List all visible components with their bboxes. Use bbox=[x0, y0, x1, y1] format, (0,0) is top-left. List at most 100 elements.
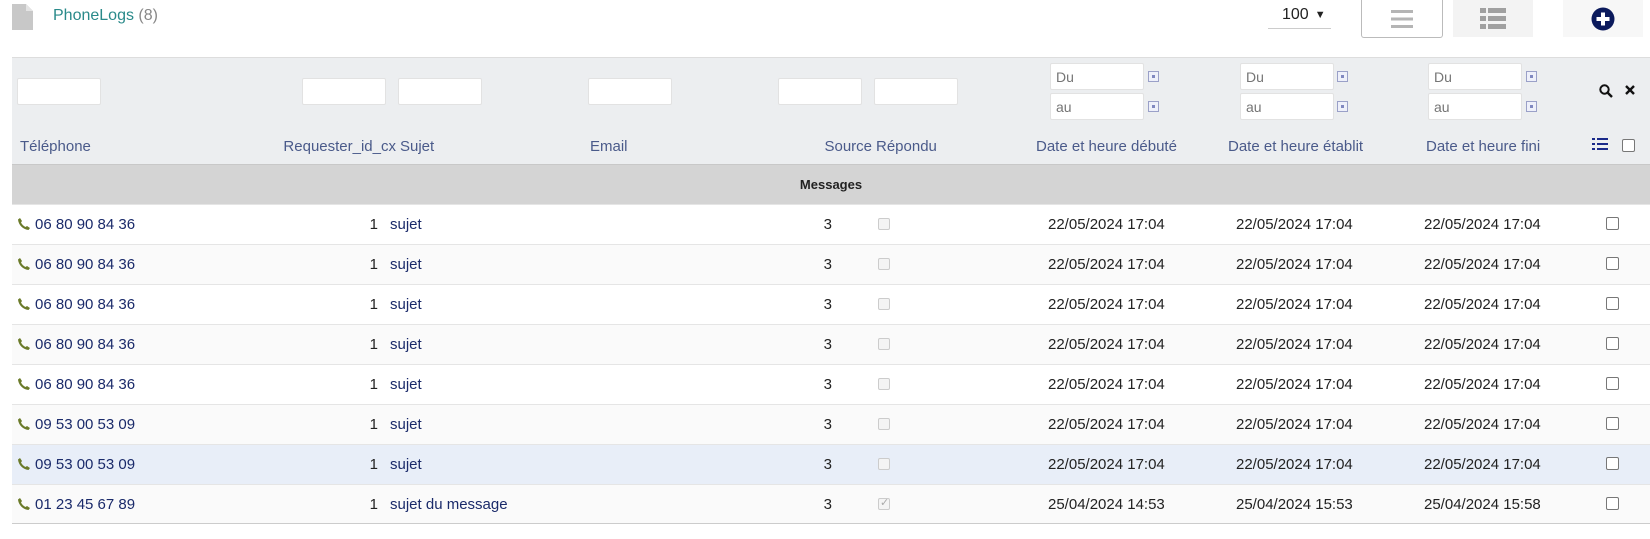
table-row[interactable]: 06 80 90 84 36 1 sujet 3 22/05/2024 17:0… bbox=[12, 244, 1650, 284]
row-select-checkbox[interactable] bbox=[1606, 497, 1619, 510]
cell-source: 3 bbox=[823, 256, 832, 273]
page-title-text[interactable]: PhoneLogs bbox=[53, 7, 134, 24]
cell-sujet[interactable]: sujet bbox=[390, 376, 422, 393]
col-header-repondu[interactable]: Répondu bbox=[876, 138, 937, 155]
cell-telephone[interactable]: 06 80 90 84 36 bbox=[35, 216, 135, 233]
col-header-telephone[interactable]: Téléphone bbox=[20, 138, 91, 155]
col-header-etablit[interactable]: Date et heure établit bbox=[1228, 138, 1363, 155]
page-title[interactable]: PhoneLogs (8) bbox=[53, 7, 158, 25]
row-select-checkbox[interactable] bbox=[1606, 297, 1619, 310]
filter-debut-to[interactable] bbox=[1050, 93, 1144, 120]
select-all-checkbox[interactable] bbox=[1622, 139, 1635, 152]
cell-telephone[interactable]: 06 80 90 84 36 bbox=[35, 256, 135, 273]
filter-sujet[interactable] bbox=[398, 78, 482, 105]
list-view-icon bbox=[1391, 9, 1413, 28]
table-row[interactable]: 06 80 90 84 36 1 sujet 3 22/05/2024 17:0… bbox=[12, 284, 1650, 324]
cell-etablit: 22/05/2024 17:04 bbox=[1236, 416, 1353, 433]
table-row[interactable]: 09 53 00 53 09 1 sujet 3 22/05/2024 17:0… bbox=[12, 404, 1650, 444]
cell-sujet[interactable]: sujet bbox=[390, 416, 422, 433]
filter-debut-from[interactable] bbox=[1050, 63, 1144, 90]
filter-requester[interactable] bbox=[302, 78, 386, 105]
cell-debut: 22/05/2024 17:04 bbox=[1048, 336, 1165, 353]
cell-source: 3 bbox=[823, 456, 832, 473]
cell-debut: 22/05/2024 17:04 bbox=[1048, 376, 1165, 393]
cell-fini: 22/05/2024 17:04 bbox=[1424, 216, 1541, 233]
cell-fini: 22/05/2024 17:04 bbox=[1424, 376, 1541, 393]
detail-view-button[interactable] bbox=[1453, 0, 1533, 37]
calendar-icon[interactable] bbox=[1148, 101, 1159, 112]
cell-requester: 1 bbox=[369, 296, 378, 313]
row-select-checkbox[interactable] bbox=[1606, 457, 1619, 470]
filter-fini-to[interactable] bbox=[1428, 93, 1522, 120]
repondu-checkbox bbox=[878, 378, 890, 390]
repondu-checkbox bbox=[878, 458, 890, 470]
column-chooser-icon[interactable] bbox=[1592, 137, 1608, 151]
table-row[interactable]: 09 53 00 53 09 1 sujet 3 22/05/2024 17:0… bbox=[12, 444, 1650, 484]
cell-telephone[interactable]: 09 53 00 53 09 bbox=[35, 416, 135, 433]
cell-source: 3 bbox=[823, 496, 832, 513]
repondu-checkbox bbox=[878, 418, 890, 430]
table-row[interactable]: 01 23 45 67 89 1 sujet du message 3 25/0… bbox=[12, 484, 1650, 524]
cell-telephone[interactable]: 01 23 45 67 89 bbox=[35, 496, 135, 513]
table-row[interactable]: 06 80 90 84 36 1 sujet 3 22/05/2024 17:0… bbox=[12, 364, 1650, 404]
clear-filters-icon[interactable] bbox=[1624, 84, 1636, 96]
calendar-icon[interactable] bbox=[1337, 101, 1348, 112]
row-select-checkbox[interactable] bbox=[1606, 377, 1619, 390]
cell-requester: 1 bbox=[369, 256, 378, 273]
cell-telephone[interactable]: 06 80 90 84 36 bbox=[35, 296, 135, 313]
col-header-email[interactable]: Email bbox=[590, 138, 628, 155]
row-select-checkbox[interactable] bbox=[1606, 337, 1619, 350]
cell-sujet[interactable]: sujet bbox=[390, 256, 422, 273]
cell-requester: 1 bbox=[369, 216, 378, 233]
table-row[interactable]: 06 80 90 84 36 1 sujet 3 22/05/2024 17:0… bbox=[12, 324, 1650, 364]
col-header-debut[interactable]: Date et heure débuté bbox=[1036, 138, 1177, 155]
top-bar: PhoneLogs (8) 100 ▼ bbox=[0, 0, 1650, 40]
cell-debut: 25/04/2024 14:53 bbox=[1048, 496, 1165, 513]
cell-sujet[interactable]: sujet du message bbox=[390, 496, 508, 513]
repondu-checkbox bbox=[878, 496, 890, 510]
cell-requester: 1 bbox=[369, 456, 378, 473]
cell-etablit: 22/05/2024 17:04 bbox=[1236, 296, 1353, 313]
row-select-checkbox[interactable] bbox=[1606, 257, 1619, 270]
col-header-requester[interactable]: Requester_id_cx bbox=[212, 138, 396, 155]
cell-telephone[interactable]: 06 80 90 84 36 bbox=[35, 336, 135, 353]
cell-telephone[interactable]: 09 53 00 53 09 bbox=[35, 456, 135, 473]
filter-repondu[interactable] bbox=[874, 78, 958, 105]
filter-etablit-from[interactable] bbox=[1240, 63, 1334, 90]
filter-source[interactable] bbox=[778, 78, 862, 105]
cell-etablit: 22/05/2024 17:04 bbox=[1236, 376, 1353, 393]
add-record-button[interactable] bbox=[1563, 0, 1643, 37]
list-view-button[interactable] bbox=[1361, 0, 1443, 38]
repondu-checkbox bbox=[878, 338, 890, 350]
col-header-fini[interactable]: Date et heure fini bbox=[1426, 138, 1540, 155]
cell-fini: 22/05/2024 17:04 bbox=[1424, 296, 1541, 313]
phone-icon bbox=[18, 418, 30, 430]
cell-etablit: 22/05/2024 17:04 bbox=[1236, 256, 1353, 273]
col-header-source[interactable]: Source bbox=[752, 138, 872, 155]
cell-sujet[interactable]: sujet bbox=[390, 216, 422, 233]
cell-telephone[interactable]: 06 80 90 84 36 bbox=[35, 376, 135, 393]
phone-icon bbox=[18, 378, 30, 390]
cell-source: 3 bbox=[823, 376, 832, 393]
filter-fini-from[interactable] bbox=[1428, 63, 1522, 90]
calendar-icon[interactable] bbox=[1526, 101, 1537, 112]
filter-telephone[interactable] bbox=[17, 78, 101, 105]
chevron-down-icon: ▼ bbox=[1314, 8, 1326, 21]
row-select-checkbox[interactable] bbox=[1606, 417, 1619, 430]
row-select-checkbox[interactable] bbox=[1606, 217, 1619, 230]
calendar-icon[interactable] bbox=[1337, 71, 1348, 82]
phonelogs-grid: Téléphone Requester_id_cx Sujet Email So… bbox=[12, 57, 1650, 524]
cell-sujet[interactable]: sujet bbox=[390, 296, 422, 313]
cell-requester: 1 bbox=[369, 376, 378, 393]
cell-sujet[interactable]: sujet bbox=[390, 456, 422, 473]
filter-email[interactable] bbox=[588, 78, 672, 105]
table-row[interactable]: 06 80 90 84 36 1 sujet 3 22/05/2024 17:0… bbox=[12, 204, 1650, 244]
per-page-select[interactable]: 100 ▼ bbox=[1268, 1, 1331, 29]
cell-sujet[interactable]: sujet bbox=[390, 336, 422, 353]
calendar-icon[interactable] bbox=[1148, 71, 1159, 82]
search-icon[interactable] bbox=[1599, 84, 1613, 98]
col-header-sujet[interactable]: Sujet bbox=[400, 138, 434, 155]
cell-debut: 22/05/2024 17:04 bbox=[1048, 416, 1165, 433]
calendar-icon[interactable] bbox=[1526, 71, 1537, 82]
filter-etablit-to[interactable] bbox=[1240, 93, 1334, 120]
